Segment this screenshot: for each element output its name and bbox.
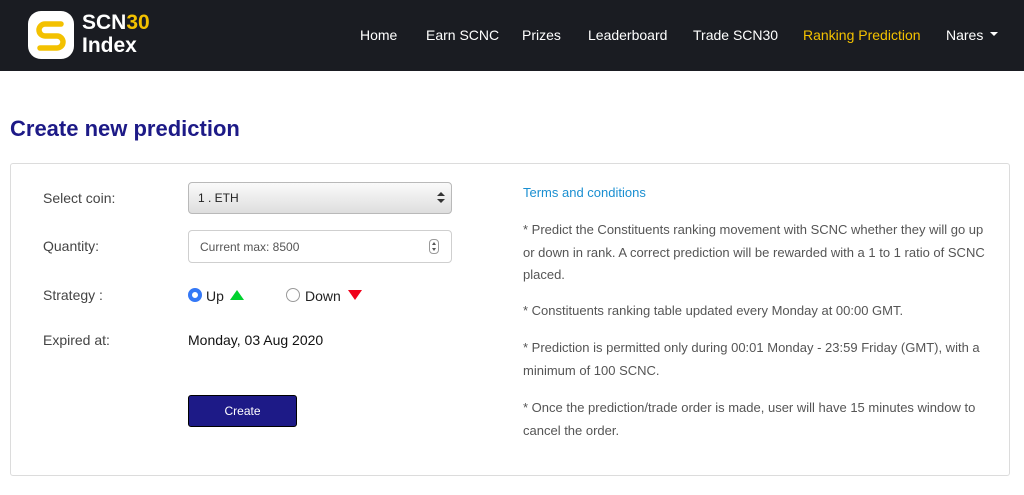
terms-paragraph: * Prediction is permitted only during 00… (523, 340, 980, 378)
strategy-up-label[interactable]: Up (206, 288, 224, 304)
page-title: Create new prediction (10, 116, 240, 141)
coin-select-value: 1 . ETH (198, 191, 239, 205)
expired-at-label: Expired at: (43, 332, 110, 348)
nav-user-menu[interactable]: Nares (946, 27, 999, 43)
nav-prizes[interactable]: Prizes (522, 27, 561, 43)
strategy-down-label[interactable]: Down (305, 288, 341, 304)
strategy-up-radio[interactable] (188, 288, 202, 302)
red-down-triangle-icon (348, 290, 362, 300)
terms-paragraph: * Constituents ranking table updated eve… (523, 303, 904, 318)
quantity-stepper-icon[interactable] (429, 239, 439, 254)
quantity-label: Quantity: (43, 238, 100, 254)
select-updown-icon (437, 192, 445, 204)
nav-trade-scn30[interactable]: Trade SCN30 (693, 27, 778, 43)
nav-leaderboard[interactable]: Leaderboard (588, 27, 667, 43)
expiry-date: Monday, 03 Aug 2020 (188, 332, 324, 348)
quantity-field (188, 230, 452, 263)
brand-name[interactable]: SCN30 Index (82, 11, 150, 57)
brand-prefix: SCN (82, 11, 127, 34)
brand-subtitle: Index (82, 34, 137, 57)
nav-ranking-prediction[interactable]: Ranking Prediction (803, 27, 921, 43)
user-name: Nares (946, 27, 984, 43)
nav-home[interactable]: Home (360, 27, 397, 43)
terms-and-conditions-link[interactable]: Terms and conditions (523, 185, 646, 200)
caret-down-icon (990, 32, 999, 37)
terms-paragraph: * Once the prediction/trade order is mad… (523, 400, 976, 438)
strategy-label: Strategy : (43, 287, 103, 303)
coin-select[interactable]: 1 . ETH (188, 182, 452, 214)
scn30-logo-icon[interactable] (28, 11, 74, 59)
select-coin-label: Select coin: (43, 190, 116, 206)
create-button[interactable]: Create (188, 395, 297, 427)
brand-number: 30 (126, 11, 150, 34)
nav-earn-scnc[interactable]: Earn SCNC (426, 27, 499, 43)
terms-paragraph: * Predict the Constituents ranking movem… (523, 222, 985, 282)
strategy-down-radio[interactable] (286, 288, 300, 302)
green-up-triangle-icon (230, 290, 244, 300)
quantity-input[interactable] (189, 231, 425, 262)
top-navbar: SCN30 Index Home Earn SCNC Prizes Leader… (0, 0, 1024, 71)
